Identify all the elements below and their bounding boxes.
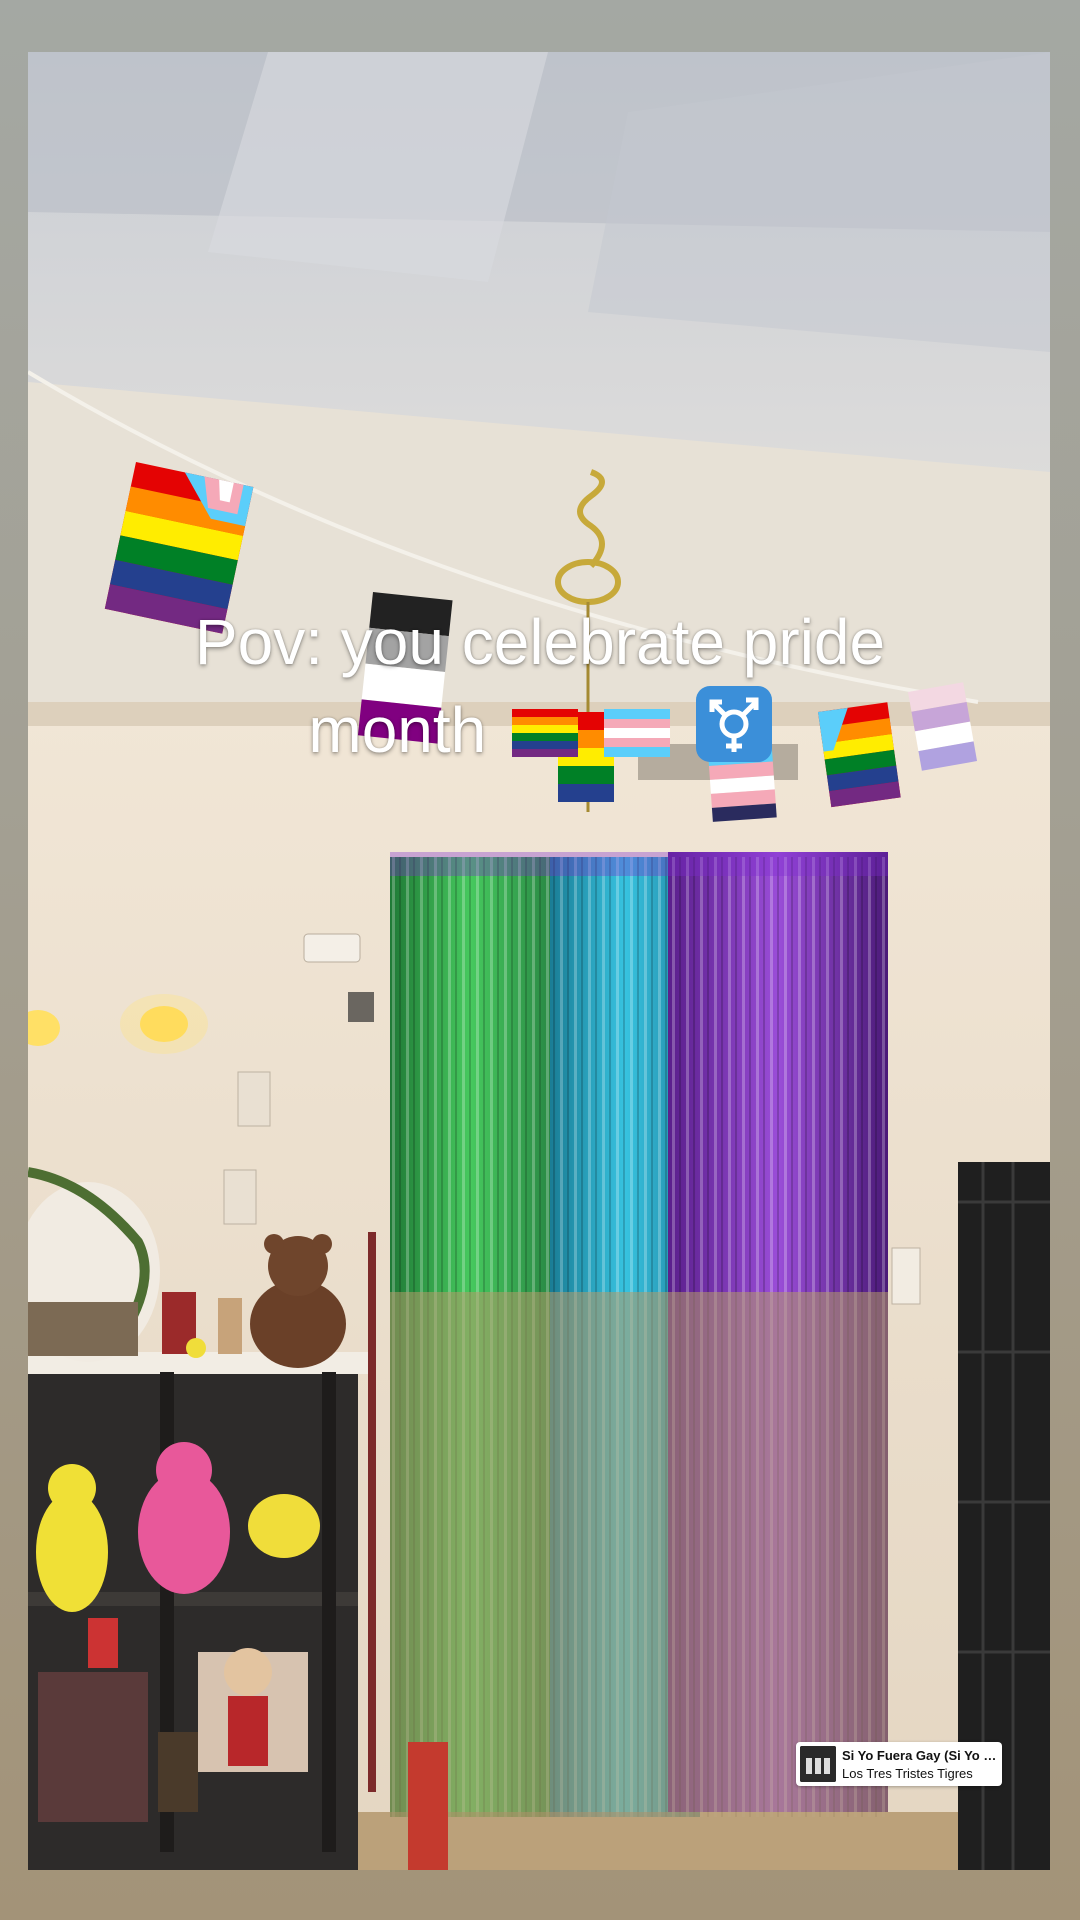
song-artist: Los Tres Tristes Tigres [842,1766,973,1781]
transgender-flag-icon [603,691,670,779]
caption: Pov: you celebrate pride month [60,598,1020,784]
caption-line-2-row: month [60,686,1020,784]
music-sticker[interactable]: Si Yo Fuera Gay (Si Yo F... Los Tres Tri… [796,1742,1002,1786]
song-title: Si Yo Fuera Gay (Si Yo F... [842,1748,998,1763]
caption-line-2: month [308,694,487,766]
transgender-symbol-icon [695,686,772,784]
album-cover-icon [800,1746,836,1782]
story-frame: Pov: you celebrate pride month Si Yo Fue… [0,0,1080,1920]
room-scene [28,52,1050,1870]
rainbow-flag-icon [512,691,579,779]
tinsel-curtain [390,852,888,1817]
photo [28,52,1050,1870]
caption-line-1: Pov: you celebrate pride [194,606,886,678]
